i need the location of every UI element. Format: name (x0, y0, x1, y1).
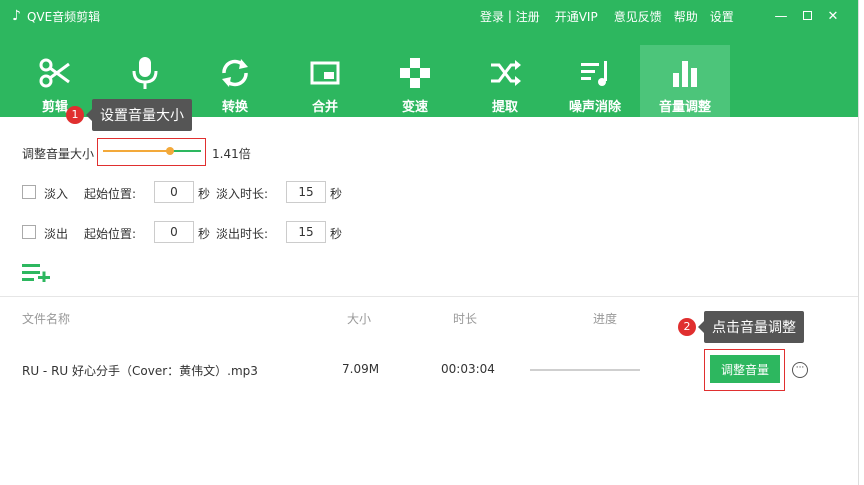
callout-1-number: 1 (66, 106, 84, 124)
scissors-icon (39, 58, 70, 88)
maximize-icon (802, 10, 812, 20)
link-separator: | (504, 9, 516, 23)
tool-convert[interactable]: 转换 (190, 45, 280, 117)
add-list-icon[interactable] (22, 262, 52, 282)
fade-out-label: 淡出 (44, 227, 69, 241)
volume-bars-icon (673, 61, 697, 87)
maximize-button[interactable] (794, 9, 820, 24)
feedback-link[interactable]: 意见反馈 (614, 8, 662, 25)
fade-in-label: 淡入 (44, 187, 69, 201)
callout-2-number: 2 (678, 318, 696, 336)
header-progress: 进度 (593, 312, 618, 326)
row-file-name: RU - RU 好心分手（Cover：黄伟文）.mp3 (22, 364, 258, 378)
tool-convert-label: 转换 (221, 100, 248, 115)
window-controls: — ✕ (768, 0, 846, 32)
settings-link[interactable]: 设置 (710, 8, 734, 25)
microphone-icon (132, 57, 158, 89)
tool-noise-label: 噪声消除 (568, 100, 621, 115)
music-note-icon: ♪ (12, 8, 21, 24)
tool-extract[interactable]: 提取 (460, 45, 550, 117)
fade-in-start-unit: 秒 (198, 187, 211, 201)
merge-icon (310, 61, 340, 85)
volume-value: 1.41倍 (212, 147, 251, 161)
fade-in-start-label: 起始位置: (84, 187, 137, 201)
extract-icon (491, 60, 521, 86)
fade-in-duration-input[interactable] (286, 181, 326, 203)
tool-speed[interactable]: 变速 (370, 45, 460, 117)
noise-icon (581, 61, 607, 86)
fade-out-start-label: 起始位置: (84, 227, 137, 241)
volume-label: 调整音量大小 (22, 147, 95, 161)
tool-volume-label: 音量调整 (658, 100, 711, 115)
fade-in-duration-unit: 秒 (330, 187, 343, 201)
volume-slider-thumb[interactable] (165, 147, 174, 155)
fade-out-checkbox[interactable] (22, 225, 36, 239)
fade-out-start-unit: 秒 (198, 227, 211, 241)
convert-icon (222, 59, 248, 87)
tool-merge-label: 合并 (311, 100, 338, 115)
row-progress-bar (530, 369, 640, 371)
callout-2-text: 点击音量调整 (698, 311, 804, 343)
adjust-volume-button[interactable]: 调整音量 (710, 355, 780, 383)
title-bar: ♪ QVE音频剪辑 登录 | 注册 开通VIP 意见反馈 帮助 设置 — ✕ (0, 0, 858, 32)
top-links: 登录 | 注册 开通VIP 意见反馈 帮助 设置 (480, 0, 734, 32)
volume-slider[interactable] (103, 147, 201, 155)
callout-set-volume: 1 设置音量大小 (66, 99, 192, 131)
header-file-name: 文件名称 (22, 312, 71, 326)
callout-1-text: 设置音量大小 (86, 99, 192, 131)
fade-in-start-input[interactable] (154, 181, 194, 203)
fade-in-checkbox[interactable] (22, 185, 36, 199)
fade-out-start-input[interactable] (154, 221, 194, 243)
row-duration: 00:03:04 (441, 362, 495, 376)
login-link[interactable]: 登录 (480, 8, 504, 25)
volume-slider-filled (103, 150, 170, 152)
help-link[interactable]: 帮助 (674, 8, 698, 25)
tool-speed-label: 变速 (401, 100, 428, 115)
fade-out-duration-unit: 秒 (330, 227, 343, 241)
more-options-icon[interactable]: ··· (792, 362, 808, 378)
window-edge (858, 0, 864, 485)
close-button[interactable]: ✕ (820, 9, 846, 24)
app-title: ♪ QVE音频剪辑 (12, 0, 100, 32)
callout-click-adjust: 2 点击音量调整 (678, 311, 804, 343)
minimize-button[interactable]: — (768, 9, 794, 24)
speed-icon (400, 58, 430, 88)
volume-slider-empty (169, 150, 201, 152)
tool-noise-reduction[interactable]: 噪声消除 (550, 45, 640, 117)
header-size: 大小 (347, 312, 372, 326)
register-link[interactable]: 注册 (516, 8, 540, 25)
app-title-text: QVE音频剪辑 (26, 9, 101, 24)
fade-out-duration-input[interactable] (286, 221, 326, 243)
fade-in-duration-label: 淡入时长: (216, 187, 269, 201)
tool-merge[interactable]: 合并 (280, 45, 370, 117)
row-size: 7.09M (342, 362, 380, 376)
header-duration: 时长 (453, 312, 478, 326)
tool-extract-label: 提取 (491, 100, 518, 115)
fade-out-duration-label: 淡出时长: (216, 227, 269, 241)
list-divider (0, 296, 858, 297)
tool-volume[interactable]: 音量调整 (640, 45, 730, 117)
vip-link[interactable]: 开通VIP (555, 8, 598, 25)
